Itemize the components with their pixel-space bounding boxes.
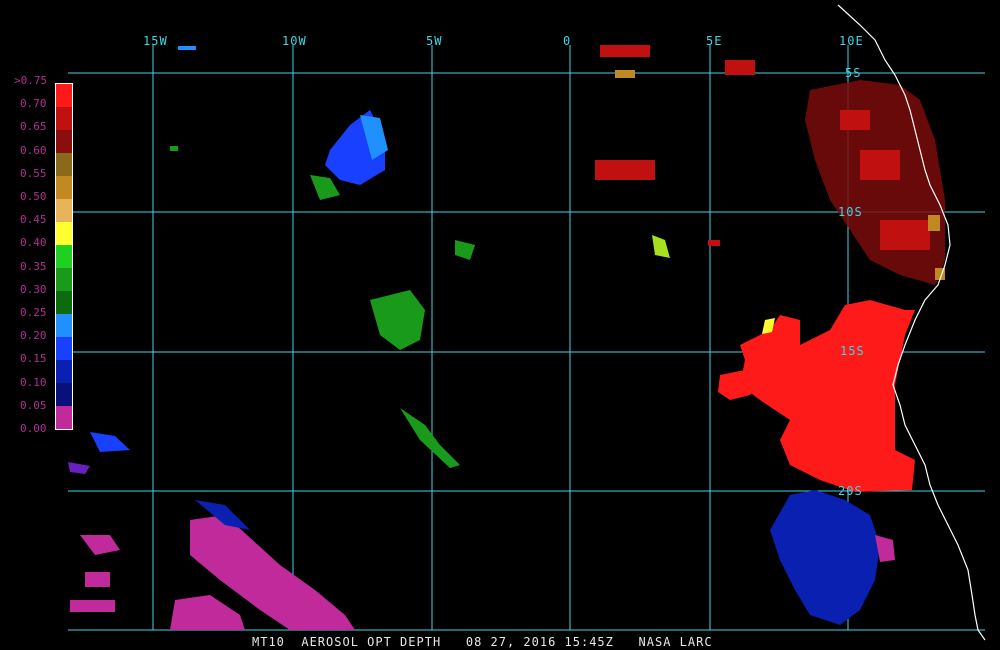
legend-swatch [56, 107, 72, 131]
speck-green-top [170, 146, 178, 151]
plume-blue-south [770, 490, 880, 625]
legend-label: 0.70 [20, 97, 47, 111]
lat-label-15s: 15S [840, 344, 865, 358]
speckle [455, 240, 475, 260]
legend-label: 0.25 [20, 306, 47, 319]
lat-label-5s: 5S [845, 66, 862, 80]
legend-swatch [56, 176, 72, 200]
map-title: MT10 AEROSOL OPT DEPTH 08 27, 2016 15:45… [252, 635, 713, 649]
legend-label: 0.35 [20, 259, 47, 273]
legend-swatch [56, 245, 72, 269]
legend-label: 0.55 [20, 166, 47, 180]
lon-label-10e: 10E [839, 34, 864, 48]
legend-label: 0.45 [20, 213, 47, 227]
legend-label: 0.10 [20, 375, 47, 389]
lon-label-0: 0 [563, 34, 572, 48]
legend-label: >0.75 [14, 74, 48, 87]
plume-yellowgreen [652, 235, 670, 258]
lat-label-10s: 10S [838, 205, 863, 219]
speckle [708, 240, 720, 246]
plume-green-patches [310, 175, 475, 468]
legend-label: 0.20 [20, 329, 47, 343]
legend-swatch [56, 314, 72, 338]
legend-label: 0.50 [20, 190, 47, 203]
plume-magenta-block2 [70, 600, 115, 612]
speckle [880, 220, 930, 250]
plume-blue-west [90, 432, 130, 452]
legend-swatch [56, 130, 72, 154]
speckle [310, 175, 340, 200]
lon-label-5e: 5E [706, 34, 723, 48]
plume-darkred-north [805, 80, 945, 285]
plume-magenta-block3 [80, 535, 120, 555]
speckle [370, 290, 425, 350]
legend-swatch [56, 406, 72, 430]
legend-swatch [56, 360, 72, 384]
plume-magenta-block1 [85, 572, 110, 587]
speckle [860, 150, 900, 180]
lon-label-15w: 15W [143, 34, 168, 48]
speckle [928, 215, 940, 231]
legend-swatch [56, 268, 72, 292]
legend-swatch [56, 337, 72, 361]
speckle [595, 160, 655, 180]
speckle [400, 408, 460, 468]
legend-label: 0.40 [20, 236, 47, 250]
speckle [725, 60, 755, 75]
aerosol-field [68, 45, 945, 630]
plume-purple-west [68, 462, 90, 474]
lon-label-5w: 5W [426, 34, 443, 48]
legend-label: 0.15 [20, 352, 47, 366]
legend-label: 0.30 [20, 282, 47, 296]
legend-swatch [56, 383, 72, 407]
legend-label: 0.05 [20, 398, 47, 412]
aerosol-map [68, 4, 986, 641]
color-legend [55, 83, 73, 430]
legend-swatch [56, 222, 72, 246]
speckle [840, 110, 870, 130]
speck-blue-top [178, 46, 196, 50]
speckle [600, 45, 650, 57]
legend-swatch [56, 153, 72, 177]
legend-swatch [56, 291, 72, 315]
speckle [615, 70, 635, 78]
lon-label-10w: 10W [282, 34, 307, 48]
legend-swatch [56, 199, 72, 223]
legend-swatch [56, 84, 72, 108]
legend-label: 0.00 [20, 422, 47, 435]
legend-label: 0.65 [20, 120, 47, 134]
plume-magenta-sw2 [170, 595, 245, 630]
legend-label: 0.60 [20, 143, 47, 157]
lat-label-20s: 20S [838, 484, 863, 498]
